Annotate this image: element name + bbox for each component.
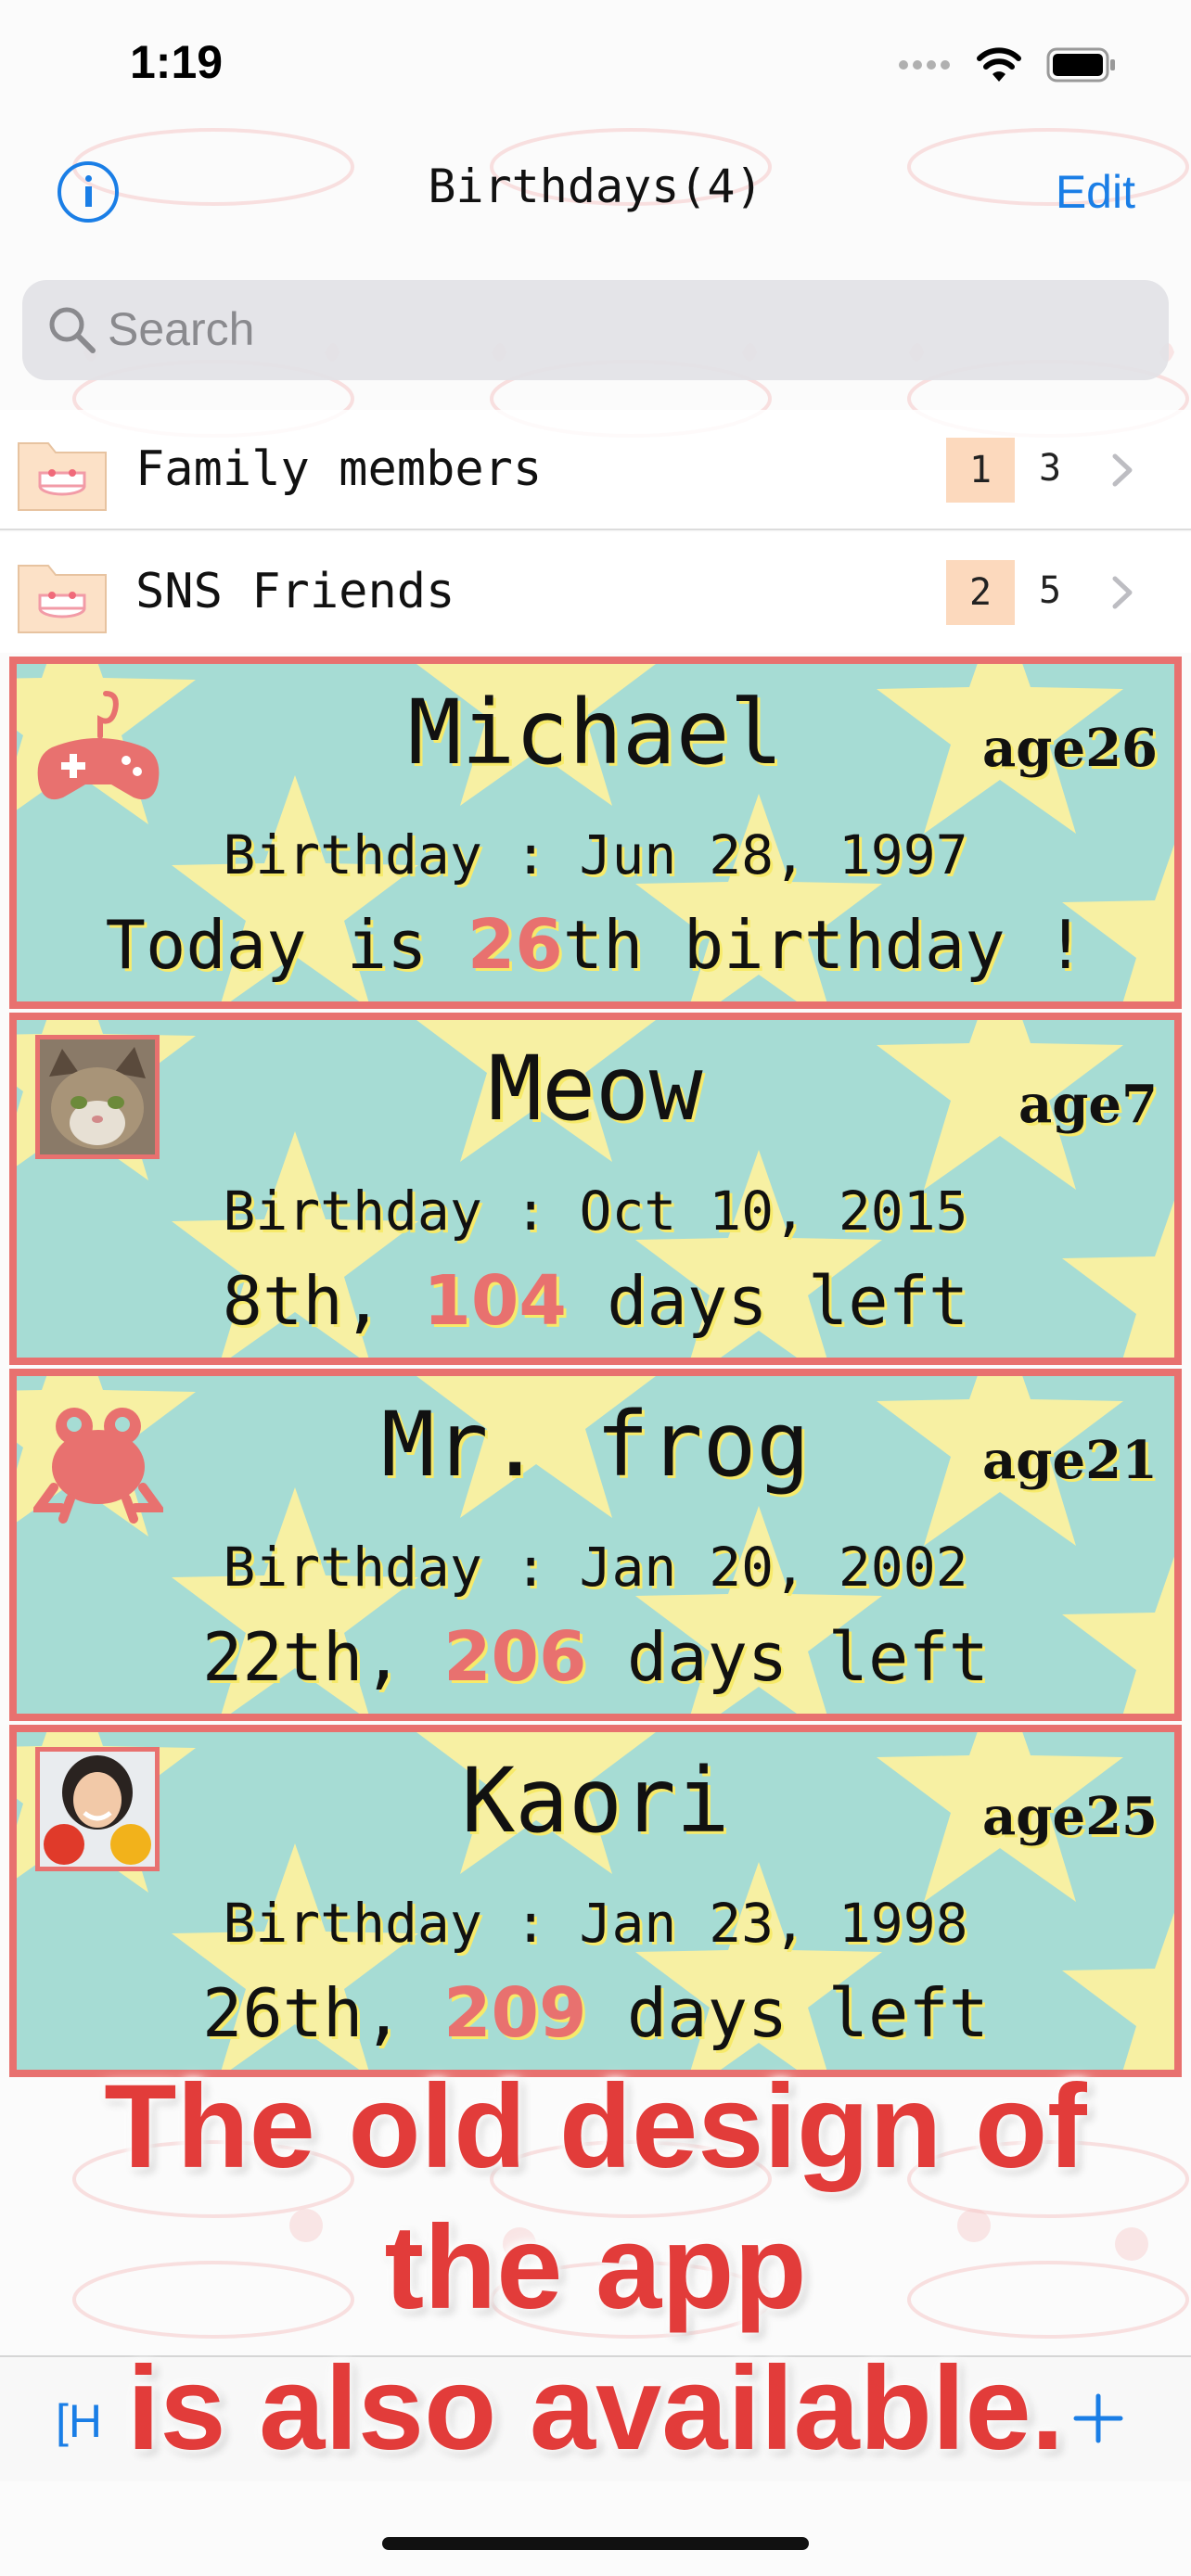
birthday-card[interactable]: Michael age26 Birthday : Jun 28, 1997 To… bbox=[9, 657, 1182, 1009]
countdown-text: 8th, 104 days left bbox=[17, 1261, 1174, 1341]
search-placeholder: Search bbox=[108, 303, 255, 355]
countdown-number: 26 bbox=[467, 905, 563, 985]
home-indicator[interactable] bbox=[382, 2537, 809, 2550]
person-name: Meow bbox=[488, 1037, 703, 1141]
countdown-suffix: th birthday ! bbox=[562, 906, 1086, 984]
battery-icon bbox=[1046, 47, 1115, 83]
search-icon bbox=[49, 307, 96, 353]
age-label: age21 bbox=[982, 1430, 1158, 1491]
age-label: age25 bbox=[982, 1786, 1158, 1847]
folder-label: Family members bbox=[135, 441, 543, 497]
countdown-suffix: days left bbox=[586, 1974, 990, 2052]
countdown-prefix: 26th, bbox=[201, 1974, 444, 2052]
birthday-date: Birthday : Jun 28, 1997 bbox=[223, 823, 968, 886]
status-bar: 1:19 bbox=[0, 0, 1191, 130]
birthday-card[interactable]: Mr. frog age21 Birthday : Jan 20, 2002 2… bbox=[9, 1369, 1182, 1721]
countdown-text: Today is 26th birthday ! bbox=[17, 905, 1174, 985]
signal-icon bbox=[899, 60, 950, 70]
cake-folder-icon bbox=[18, 565, 107, 633]
folder-label: SNS Friends bbox=[135, 564, 455, 619]
countdown-number: 104 bbox=[423, 1261, 567, 1341]
folder-index-badge: 1 bbox=[946, 438, 1015, 503]
age-label: age7 bbox=[1018, 1074, 1158, 1135]
birthday-card[interactable]: Meow age7 Birthday : Oct 10, 2015 8th, 1… bbox=[9, 1013, 1182, 1365]
folder-row-sns-friends[interactable]: SNS Friends 2 5 bbox=[0, 532, 1191, 653]
birthday-card[interactable]: Kaori age25 Birthday : Jan 23, 1998 26th… bbox=[9, 1725, 1182, 2077]
caption-line-2: the app bbox=[384, 2201, 807, 2334]
countdown-text: 22th, 206 days left bbox=[17, 1617, 1174, 1697]
chevron-right-icon bbox=[1112, 453, 1133, 487]
countdown-number: 206 bbox=[443, 1617, 587, 1697]
wifi-icon bbox=[977, 47, 1021, 82]
status-time: 1:19 bbox=[130, 36, 224, 88]
caption-line-1: The old design of bbox=[104, 2060, 1087, 2193]
navigation-bar: Birthdays(4) Edit bbox=[0, 139, 1191, 241]
birthday-date: Birthday : Oct 10, 2015 bbox=[223, 1180, 968, 1243]
edit-button[interactable]: Edit bbox=[1056, 165, 1135, 219]
countdown-text: 26th, 209 days left bbox=[17, 1973, 1174, 2053]
folder-row-family-members[interactable]: Family members 1 3 bbox=[0, 410, 1191, 530]
countdown-number: 209 bbox=[443, 1973, 587, 2053]
countdown-suffix: days left bbox=[566, 1262, 969, 1340]
age-label: age26 bbox=[982, 718, 1158, 779]
countdown-suffix: days left bbox=[586, 1618, 990, 1696]
folder-count: 5 bbox=[1039, 569, 1062, 612]
countdown-prefix: 22th, bbox=[201, 1618, 444, 1696]
birthday-date: Birthday : Jan 20, 2002 bbox=[223, 1536, 968, 1599]
search-input[interactable]: Search bbox=[22, 280, 1169, 380]
cake-folder-icon bbox=[18, 442, 107, 511]
countdown-prefix: 8th, bbox=[222, 1262, 424, 1340]
status-icons bbox=[898, 46, 1117, 83]
birthday-date: Birthday : Jan 23, 1998 bbox=[223, 1892, 968, 1955]
folder-count: 3 bbox=[1039, 447, 1062, 490]
countdown-prefix: Today is bbox=[105, 906, 467, 984]
chevron-right-icon bbox=[1112, 576, 1133, 609]
promo-caption: The old design of the app is also availa… bbox=[0, 2057, 1191, 2480]
folder-index-badge: 2 bbox=[946, 560, 1015, 625]
page-title: Birthdays(4) bbox=[428, 159, 763, 213]
caption-line-3: is also available. bbox=[126, 2342, 1065, 2475]
